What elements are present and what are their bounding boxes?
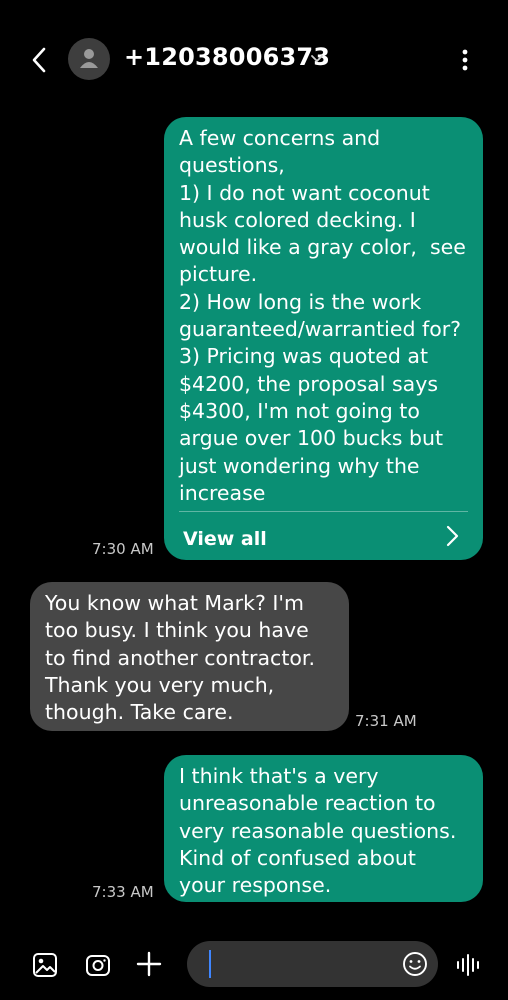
message-timestamp: 7:31 AM [355, 712, 417, 730]
message-text: A few concerns and questions, 1) I do no… [179, 126, 466, 505]
message-timestamp: 7:30 AM [92, 540, 154, 558]
plus-icon[interactable] [135, 949, 163, 979]
more-vertical-icon[interactable] [452, 44, 478, 76]
avatar[interactable] [68, 38, 110, 80]
message-text: I think that's a very unreasonable react… [179, 764, 457, 898]
chevron-down-icon[interactable] [308, 52, 326, 66]
back-arrow-icon[interactable] [26, 44, 54, 76]
message-bubble-outgoing[interactable]: A few concerns and questions, 1) I do no… [164, 117, 483, 560]
gallery-icon[interactable] [31, 951, 59, 979]
message-bubble-outgoing[interactable]: I think that's a very unreasonable react… [164, 755, 483, 902]
person-icon [80, 49, 98, 68]
message-timestamp: 7:33 AM [92, 883, 154, 901]
emoji-icon[interactable] [402, 951, 428, 977]
contact-title[interactable]: +12038006373 [124, 43, 330, 71]
divider [179, 511, 468, 512]
voice-icon[interactable] [454, 950, 484, 980]
chevron-right-icon[interactable] [442, 523, 462, 549]
view-all-button[interactable]: View all [183, 526, 267, 553]
message-text: You know what Mark? I'm too busy. I thin… [45, 591, 315, 725]
message-input[interactable] [187, 941, 438, 987]
camera-icon[interactable] [84, 951, 112, 979]
text-cursor [209, 950, 211, 978]
message-bubble-incoming[interactable]: You know what Mark? I'm too busy. I thin… [30, 582, 349, 731]
